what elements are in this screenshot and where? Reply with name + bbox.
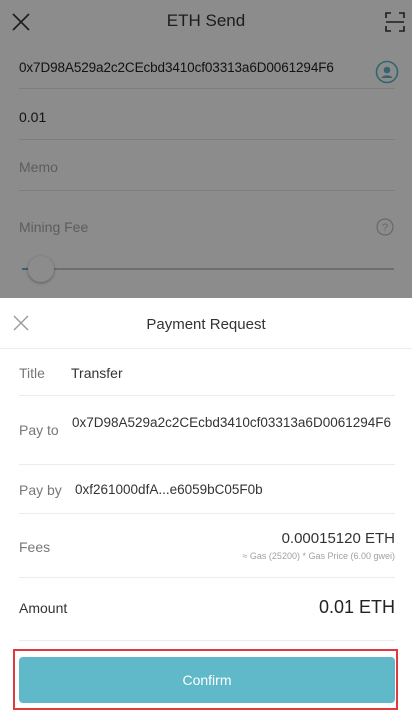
fees-detail: ≈ Gas (25200) * Gas Price (6.00 gwei) <box>242 551 395 561</box>
pay-to-value: 0x7D98A529a2c2CEcbd3410cf03313a6D0061294… <box>72 415 392 430</box>
title-row: Title Transfer <box>19 348 395 396</box>
sheet-header: Payment Request <box>0 298 412 349</box>
title-value: Transfer <box>71 365 123 381</box>
pay-by-label: Pay by <box>19 482 62 498</box>
pay-by-row: Pay by 0xf261000dfA...e6059bC05F0b <box>19 464 395 514</box>
sheet-title: Payment Request <box>146 316 266 333</box>
amount-label: Amount <box>19 600 68 616</box>
fees-label: Fees <box>19 539 51 555</box>
fees-value: 0.00015120 ETH <box>281 530 395 547</box>
pay-to-row: Pay to 0x7D98A529a2c2CEcbd3410cf03313a6D… <box>19 395 395 465</box>
fees-row: Fees 0.00015120 ETH ≈ Gas (25200) * Gas … <box>19 513 395 578</box>
pay-to-label: Pay to <box>19 422 59 438</box>
title-label: Title <box>19 365 45 381</box>
confirm-button[interactable]: Confirm <box>19 657 395 703</box>
amount-total: 0.01 ETH <box>318 597 395 617</box>
amount-row: Amount 0.01 ETH <box>19 577 395 641</box>
pay-by-value: 0xf261000dfA...e6059bC05F0b <box>75 482 263 497</box>
